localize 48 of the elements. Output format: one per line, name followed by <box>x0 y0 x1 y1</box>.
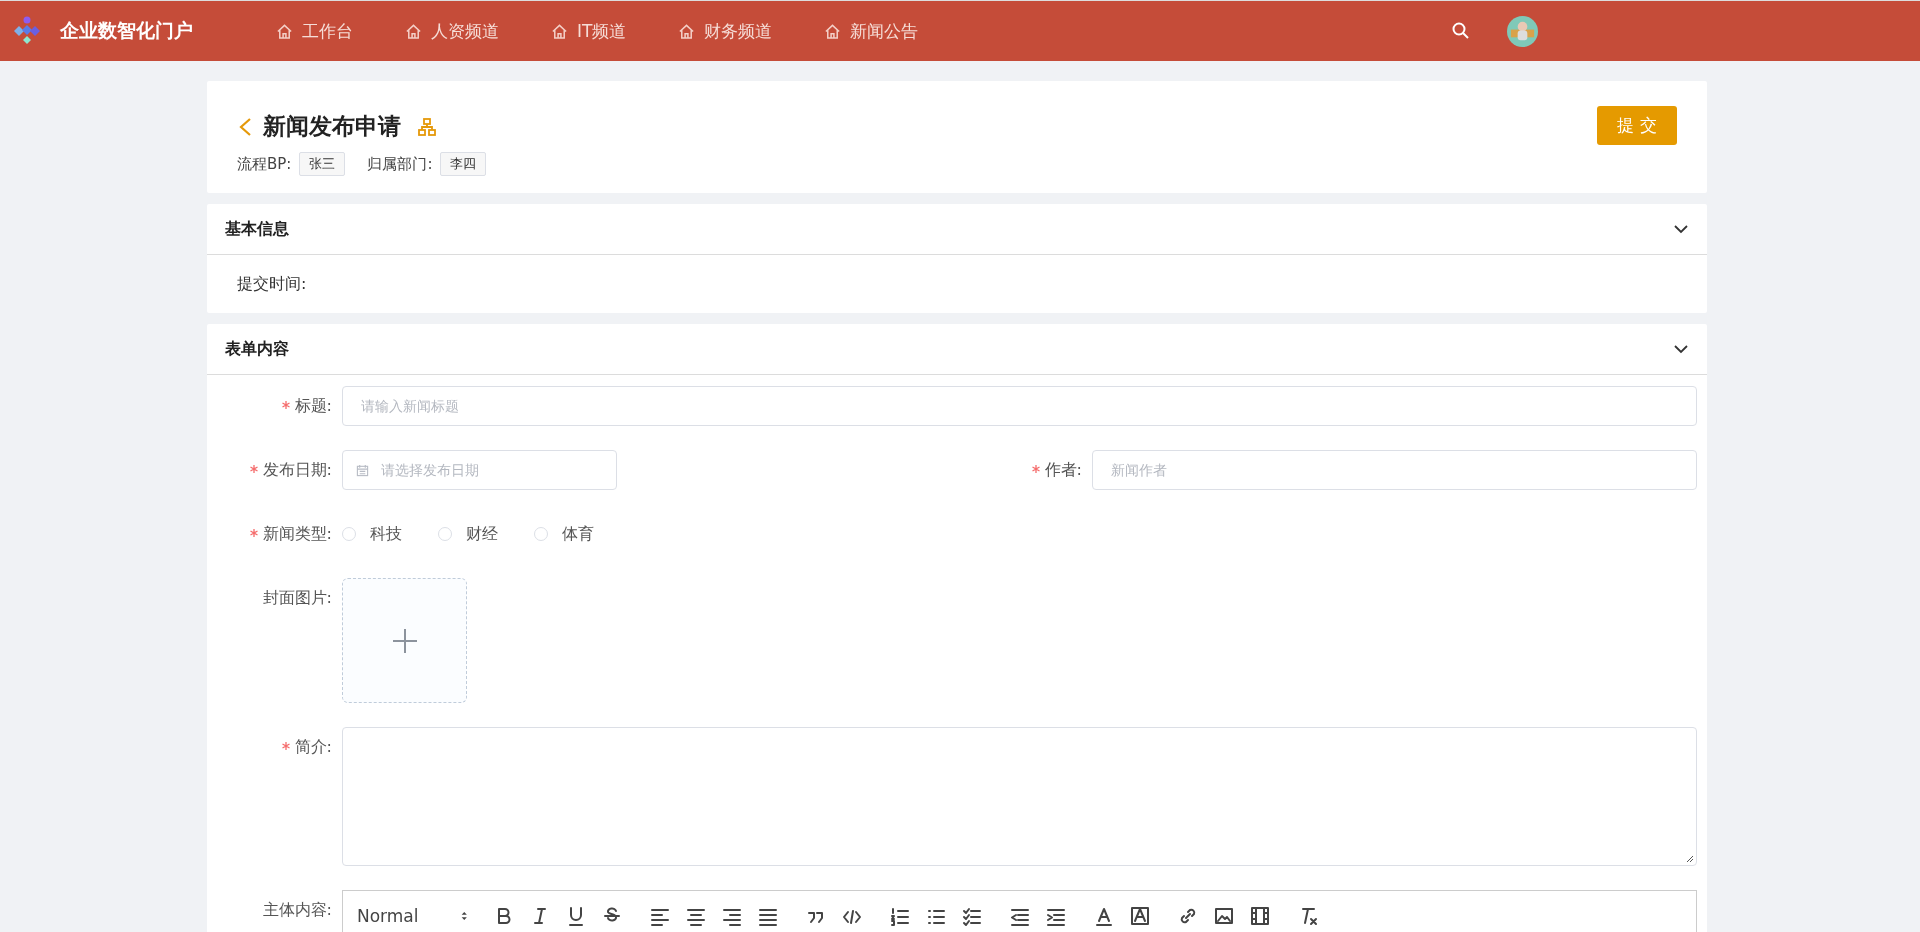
nav-link[interactable]: 工作台 <box>276 19 353 43</box>
image-icon[interactable] <box>1213 905 1235 927</box>
home-icon <box>824 22 842 40</box>
date-field[interactable]: 请选择发布日期 <box>342 450 617 490</box>
home-icon <box>276 22 293 40</box>
home-icon <box>551 22 568 40</box>
nav-link[interactable]: IT频道 <box>551 19 627 43</box>
text-field[interactable]: 新闻作者 <box>1092 450 1697 490</box>
video-icon[interactable] <box>1249 905 1271 927</box>
sort-caret-icon <box>460 909 467 923</box>
avatar[interactable] <box>1507 15 1538 47</box>
radio-option[interactable]: 科技 <box>342 523 402 545</box>
rich-text-editor[interactable]: Normal <box>342 890 1697 932</box>
text-field[interactable]: 请输入新闻标题 <box>342 386 1697 426</box>
field-label: 作者: <box>1044 460 1082 479</box>
radio-option[interactable]: 财经 <box>438 523 498 545</box>
field-label: 主体内容: <box>262 900 332 919</box>
home-icon <box>678 22 696 40</box>
field-label: 简介: <box>294 737 332 756</box>
meta-label: 归属部门: <box>367 154 433 174</box>
meta-label: 流程BP: <box>237 154 292 174</box>
meta-tag: 张三 <box>299 152 346 176</box>
search-icon[interactable] <box>1451 21 1471 41</box>
background-color-icon[interactable] <box>1129 905 1151 927</box>
calendar-icon <box>356 464 369 477</box>
section-header[interactable]: 表单内容 <box>207 324 1707 375</box>
home-icon <box>405 22 422 40</box>
nav-link[interactable]: 财务频道 <box>678 19 773 43</box>
logo-icon <box>12 16 42 46</box>
portal-title: 企业数智化门户 <box>60 18 193 43</box>
field-label: 发布日期: <box>262 460 332 479</box>
section-title: 表单内容 <box>225 338 289 360</box>
meta-tag: 李四 <box>440 152 487 176</box>
field-label: 封面图片: <box>262 588 332 607</box>
page-title: 新闻发布申请 <box>263 112 401 141</box>
nav-link[interactable]: 新闻公告 <box>824 19 919 43</box>
checklist-icon[interactable] <box>961 905 983 927</box>
nav-link[interactable]: 人资频道 <box>405 19 499 43</box>
format-dropdown[interactable]: Normal <box>357 906 467 926</box>
radio-option[interactable]: 体育 <box>534 523 594 545</box>
field-label: 新闻类型: <box>262 524 332 543</box>
section-header[interactable]: 基本信息 <box>207 204 1707 255</box>
ordered-list-icon[interactable] <box>889 905 911 927</box>
field-label: 标题: <box>294 396 332 415</box>
text-color-icon[interactable] <box>1093 905 1115 927</box>
section-title: 基本信息 <box>225 218 289 240</box>
field-label: 提交时间: <box>237 273 307 295</box>
resize-handle-icon[interactable] <box>1684 853 1694 863</box>
